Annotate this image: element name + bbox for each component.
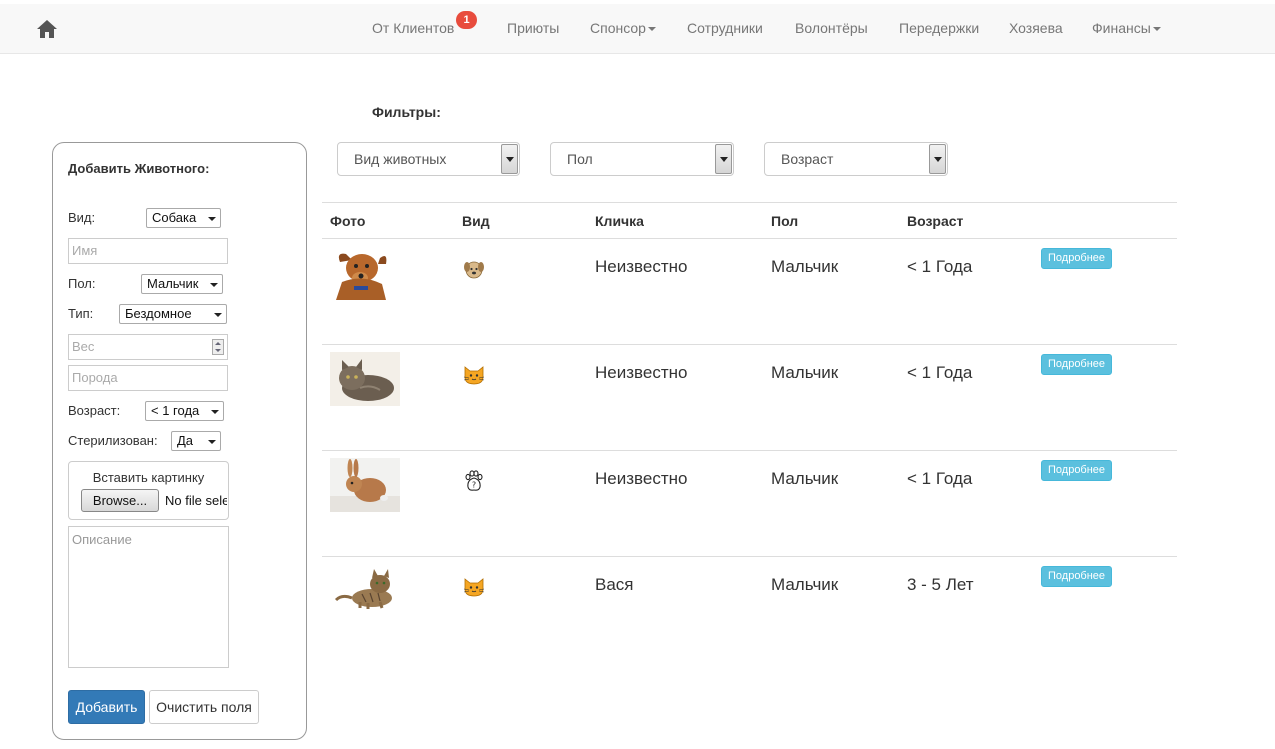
details-button[interactable]: Подробнее <box>1041 460 1113 481</box>
sex-select[interactable]: Мальчик <box>141 274 223 294</box>
add-animal-panel: Добавить Животного: Вид: Собака Имя Пол:… <box>52 142 307 740</box>
animal-sex: Мальчик <box>771 363 839 382</box>
sterilized-select[interactable]: Да <box>171 431 221 451</box>
svg-text:?: ? <box>472 481 476 490</box>
filter-sex-value: Пол <box>567 151 593 167</box>
weight-placeholder: Вес <box>72 339 95 354</box>
dog-icon <box>464 261 484 279</box>
table-row: Неизвестно Мальчик < 1 Года Подробнее <box>322 239 1177 345</box>
nav-item-finance-label: Финансы <box>1092 20 1151 36</box>
filter-age-value: Возраст <box>781 151 834 167</box>
column-header-species: Вид <box>462 213 490 229</box>
cat-photo <box>330 564 400 618</box>
age-select[interactable]: < 1 года <box>145 401 224 421</box>
animal-sex: Мальчик <box>771 575 839 594</box>
table-row: Вася Мальчик 3 - 5 Лет Подробнее <box>322 557 1177 663</box>
nav-item-sponsor[interactable]: Спонсор <box>590 20 656 36</box>
nav-item-shelters[interactable]: Приюты <box>507 20 559 36</box>
animal-age: 3 - 5 Лет <box>907 575 974 594</box>
animal-name: Неизвестно <box>595 363 688 382</box>
dog-photo <box>330 246 400 300</box>
nav-item-finance[interactable]: Финансы <box>1092 20 1161 36</box>
paw-icon: ? <box>465 470 483 491</box>
sex-label: Пол: <box>68 276 96 291</box>
details-button[interactable]: Подробнее <box>1041 248 1113 269</box>
name-input[interactable]: Имя <box>68 238 228 264</box>
nav-item-from-clients[interactable]: От Клиентов <box>372 20 454 36</box>
chevron-down-icon <box>647 27 656 32</box>
rabbit-photo <box>330 458 400 512</box>
animal-age: < 1 Года <box>907 363 973 382</box>
age-label: Возраст: <box>68 403 121 418</box>
image-upload: Вставить картинку Browse... No file sele… <box>68 461 229 520</box>
chevron-down-icon[interactable] <box>929 144 946 174</box>
home-icon[interactable] <box>36 19 58 39</box>
breed-input[interactable]: Порода <box>68 365 228 391</box>
add-button[interactable]: Добавить <box>68 690 145 724</box>
stepper-icon[interactable] <box>212 339 224 355</box>
filters-label: Фильтры: <box>372 104 441 120</box>
chevron-down-icon[interactable] <box>715 144 732 174</box>
animals-table: Фото Вид Кличка Пол Возраст Неизвестно М… <box>322 202 1177 663</box>
clear-fields-button[interactable]: Очистить поля <box>149 690 259 724</box>
type-select[interactable]: Бездомное <box>119 304 227 324</box>
type-label: Тип: <box>68 306 94 321</box>
nav-item-foster[interactable]: Передержки <box>899 20 979 36</box>
nav-item-employees[interactable]: Сотрудники <box>687 20 763 36</box>
column-header-sex: Пол <box>771 213 799 229</box>
sterilized-label: Стерилизован: <box>68 433 158 448</box>
filter-animal-type-value: Вид животных <box>354 151 447 167</box>
cat-photo <box>330 352 400 406</box>
kind-select[interactable]: Собака <box>146 208 221 228</box>
animal-sex: Мальчик <box>771 469 839 488</box>
filter-animal-type[interactable]: Вид животных <box>337 142 520 176</box>
image-upload-label: Вставить картинку <box>92 470 205 485</box>
file-status: No file selected. <box>165 493 227 508</box>
details-button[interactable]: Подробнее <box>1041 354 1113 375</box>
chevron-down-icon <box>1152 27 1161 32</box>
column-header-name: Кличка <box>595 213 644 229</box>
animal-sex: Мальчик <box>771 257 839 276</box>
filter-age[interactable]: Возраст <box>764 142 948 176</box>
browse-button[interactable]: Browse... <box>81 489 159 512</box>
animal-name: Неизвестно <box>595 257 688 276</box>
notification-badge: 1 <box>456 11 477 29</box>
nav-item-volunteers[interactable]: Волонтёры <box>795 20 868 36</box>
column-header-photo: Фото <box>330 213 366 229</box>
nav-item-owners[interactable]: Хозяева <box>1009 20 1063 36</box>
cat-icon <box>463 366 485 385</box>
animal-age: < 1 Года <box>907 257 973 276</box>
panel-title: Добавить Животного: <box>68 161 210 176</box>
animal-name: Вася <box>595 575 634 594</box>
kind-label: Вид: <box>68 210 96 225</box>
cat-icon <box>463 578 485 597</box>
nav-item-sponsor-label: Спонсор <box>590 20 646 36</box>
animal-age: < 1 Года <box>907 469 973 488</box>
navbar: От Клиентов 1 Приюты Спонсор Сотрудники … <box>0 4 1275 54</box>
chevron-down-icon[interactable] <box>501 144 518 174</box>
column-header-age: Возраст <box>907 213 964 229</box>
table-header: Фото Вид Кличка Пол Возраст <box>322 202 1177 239</box>
filter-sex[interactable]: Пол <box>550 142 734 176</box>
details-button[interactable]: Подробнее <box>1041 566 1113 587</box>
weight-input[interactable]: Вес <box>68 334 228 360</box>
table-row: Неизвестно Мальчик < 1 Года Подробнее <box>322 345 1177 451</box>
description-textarea[interactable]: Описание <box>68 526 229 668</box>
animal-name: Неизвестно <box>595 469 688 488</box>
table-row: ? Неизвестно Мальчик < 1 Года Подробнее <box>322 451 1177 557</box>
